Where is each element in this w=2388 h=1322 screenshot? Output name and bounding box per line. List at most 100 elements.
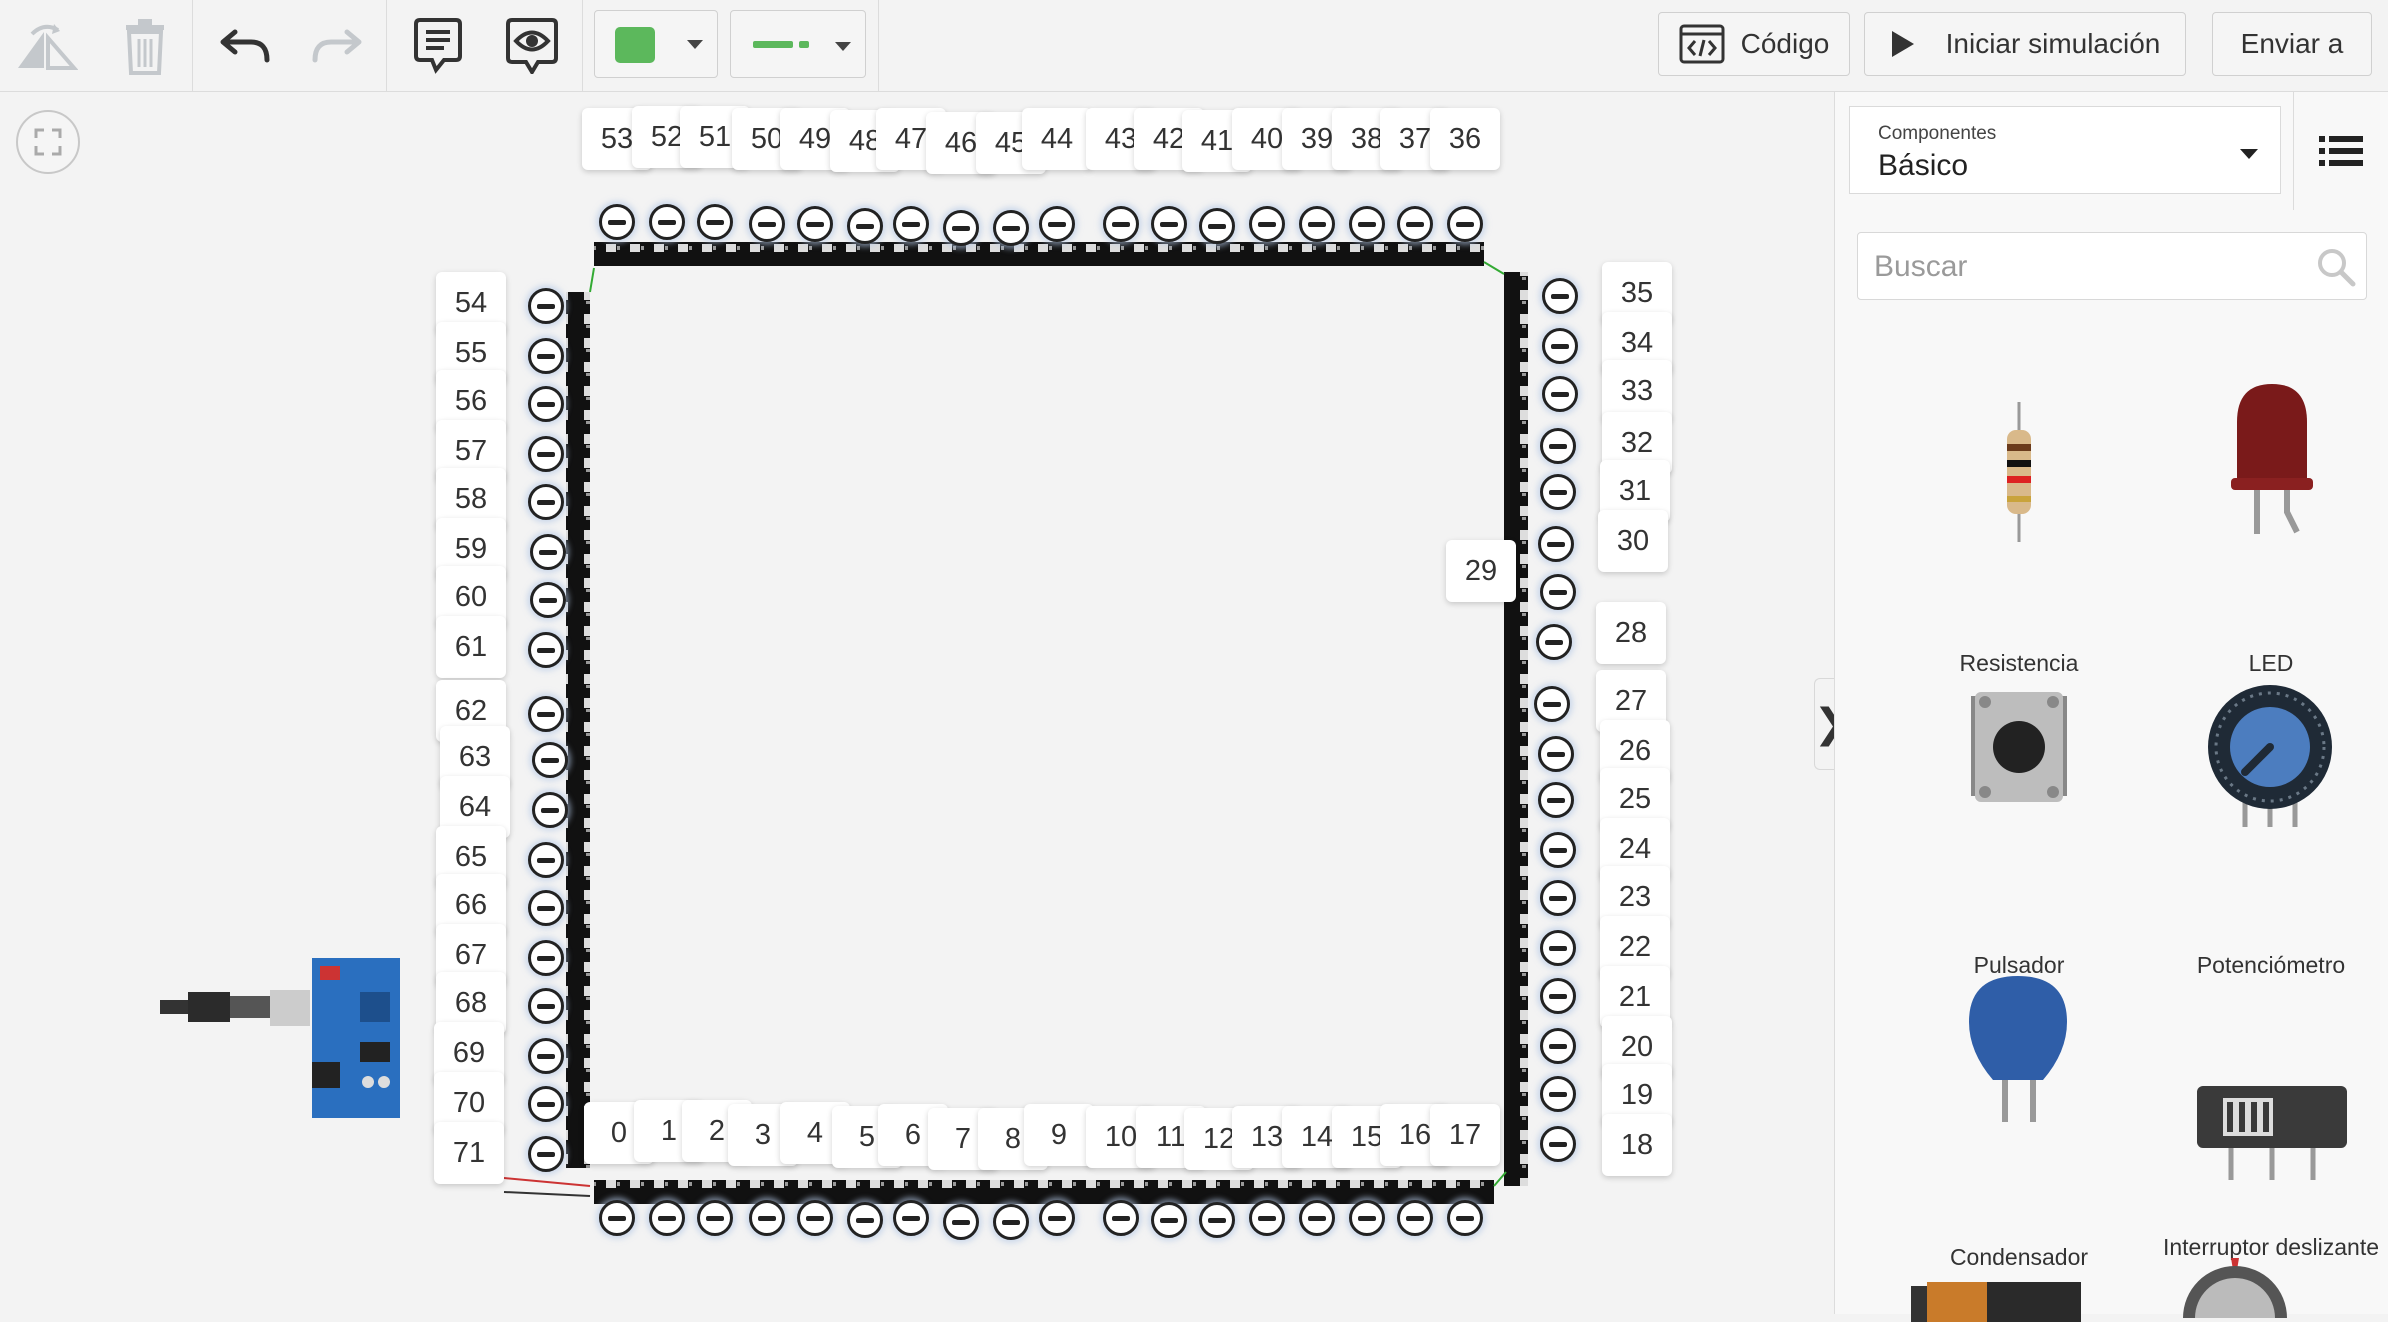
- pixel-toggle-54[interactable]: [528, 288, 564, 324]
- circuit-canvas[interactable]: 53 52 51 50 49 48 47 46 45 44 43 42 41 4…: [0, 92, 1834, 1314]
- pixel-toggle-36[interactable]: [1447, 206, 1483, 242]
- components-category-select[interactable]: Componentes Básico: [1849, 106, 2281, 194]
- pixel-toggle-34[interactable]: [1542, 328, 1578, 364]
- wire-style-picker[interactable]: [730, 10, 866, 78]
- pixel-toggle-45[interactable]: [993, 210, 1029, 246]
- pixel-toggle-2[interactable]: [697, 1200, 733, 1236]
- pixel-toggle-28[interactable]: [1536, 624, 1572, 660]
- pixel-toggle-13[interactable]: [1249, 1200, 1285, 1236]
- pixel-toggle-39[interactable]: [1299, 206, 1335, 242]
- component-label: Resistencia: [1959, 650, 2079, 676]
- components-panel: Componentes Básico Resistencia: [1834, 92, 2388, 1322]
- pixel-toggle-19[interactable]: [1540, 1076, 1576, 1112]
- pixel-toggle-10[interactable]: [1103, 1200, 1139, 1236]
- color-swatch: [615, 27, 655, 63]
- redo-button[interactable]: [304, 14, 370, 78]
- component-pushbutton[interactable]: Pulsador: [1899, 682, 2139, 1002]
- pixel-toggle-64[interactable]: [532, 792, 568, 828]
- pixel-toggle-51[interactable]: [697, 204, 733, 240]
- pixel-toggle-46[interactable]: [943, 210, 979, 246]
- pixel-toggle-47[interactable]: [893, 206, 929, 242]
- pixel-toggle-8[interactable]: [993, 1204, 1029, 1240]
- visibility-button[interactable]: [498, 14, 566, 78]
- pixel-toggle-55[interactable]: [528, 338, 564, 374]
- pixel-toggle-18[interactable]: [1540, 1126, 1576, 1162]
- pixel-toggle-69[interactable]: [528, 1038, 564, 1074]
- pixel-toggle-7[interactable]: [943, 1204, 979, 1240]
- pixel-toggle-9[interactable]: [1039, 1200, 1075, 1236]
- pixel-toggle-16[interactable]: [1397, 1200, 1433, 1236]
- pixel-toggle-26[interactable]: [1538, 736, 1574, 772]
- pixel-toggle-17[interactable]: [1447, 1200, 1483, 1236]
- pixel-toggle-5[interactable]: [847, 1202, 883, 1238]
- list-view-button[interactable]: [2311, 122, 2371, 182]
- pixel-toggle-43[interactable]: [1103, 206, 1139, 242]
- pixel-toggle-4[interactable]: [797, 1200, 833, 1236]
- pixel-toggle-23[interactable]: [1540, 880, 1576, 916]
- component-potentiometer[interactable]: Potenciómetro: [2151, 682, 2388, 1002]
- pixel-toggle-63[interactable]: [532, 742, 568, 778]
- notes-button[interactable]: [404, 14, 472, 78]
- pixel-toggle-50[interactable]: [749, 206, 785, 242]
- pixel-toggle-20[interactable]: [1540, 1028, 1576, 1064]
- undo-button[interactable]: [212, 14, 278, 78]
- pixel-toggle-14[interactable]: [1299, 1200, 1335, 1236]
- pixel-toggle-65[interactable]: [528, 842, 564, 878]
- search-icon[interactable]: [2316, 247, 2356, 287]
- pixel-toggle-37[interactable]: [1397, 206, 1433, 242]
- pixel-toggle-66[interactable]: [528, 890, 564, 926]
- delete-button[interactable]: [110, 14, 180, 78]
- pixel-toggle-0[interactable]: [599, 1200, 635, 1236]
- pixel-toggle-6[interactable]: [893, 1200, 929, 1236]
- pixel-toggle-22[interactable]: [1540, 930, 1576, 966]
- pixel-toggle-27[interactable]: [1534, 686, 1570, 722]
- pixel-toggle-42[interactable]: [1151, 206, 1187, 242]
- pixel-toggle-44[interactable]: [1039, 206, 1075, 242]
- color-picker[interactable]: [594, 10, 718, 78]
- pixel-toggle-58[interactable]: [528, 484, 564, 520]
- pixel-toggle-70[interactable]: [528, 1086, 564, 1122]
- pixel-toggle-25[interactable]: [1538, 782, 1574, 818]
- pixel-toggle-62[interactable]: [528, 696, 564, 732]
- component-resistor[interactable]: Resistencia: [1899, 382, 2139, 702]
- pixel-toggle-21[interactable]: [1540, 978, 1576, 1014]
- pixel-toggle-15[interactable]: [1349, 1200, 1385, 1236]
- pixel-toggle-59[interactable]: [530, 534, 566, 570]
- pixel-toggle-53[interactable]: [599, 204, 635, 240]
- potentiometer-icon: [2208, 685, 2332, 827]
- pixel-toggle-49[interactable]: [797, 206, 833, 242]
- trash-icon: [126, 19, 164, 75]
- pixel-toggle-56[interactable]: [528, 386, 564, 422]
- pixel-toggle-68[interactable]: [528, 988, 564, 1024]
- pixel-toggle-12[interactable]: [1199, 1202, 1235, 1238]
- pixel-toggle-48[interactable]: [847, 208, 883, 244]
- rotate-button[interactable]: [10, 14, 82, 78]
- component-slide-switch[interactable]: Interruptor deslizante: [2151, 972, 2388, 1292]
- pixel-toggle-1[interactable]: [649, 1200, 685, 1236]
- send-to-button[interactable]: Enviar a: [2212, 12, 2372, 76]
- pixel-toggle-31[interactable]: [1540, 474, 1576, 510]
- pixel-toggle-24[interactable]: [1540, 832, 1576, 868]
- pixel-toggle-52[interactable]: [649, 204, 685, 240]
- start-simulation-button[interactable]: Iniciar simulación: [1864, 12, 2186, 76]
- component-capacitor[interactable]: Condensador: [1899, 972, 2139, 1292]
- pixel-toggle-32[interactable]: [1540, 428, 1576, 464]
- pixel-toggle-30[interactable]: [1538, 526, 1574, 562]
- pixel-toggle-29[interactable]: [1540, 574, 1576, 610]
- pixel-toggle-33[interactable]: [1542, 376, 1578, 412]
- code-button[interactable]: Código: [1658, 12, 1850, 76]
- pixel-toggle-60[interactable]: [530, 582, 566, 618]
- pixel-toggle-11[interactable]: [1151, 1202, 1187, 1238]
- pixel-toggle-35[interactable]: [1542, 278, 1578, 314]
- search-input[interactable]: [1872, 243, 2296, 291]
- pixel-toggle-67[interactable]: [528, 940, 564, 976]
- pixel-toggle-3[interactable]: [749, 1200, 785, 1236]
- pixel-toggle-40[interactable]: [1249, 206, 1285, 242]
- search-box[interactable]: [1857, 232, 2367, 300]
- pixel-toggle-38[interactable]: [1349, 206, 1385, 242]
- pixel-toggle-57[interactable]: [528, 436, 564, 472]
- pixel-toggle-41[interactable]: [1199, 208, 1235, 244]
- component-led[interactable]: LED: [2151, 382, 2388, 702]
- pixel-toggle-61[interactable]: [528, 632, 564, 668]
- pixel-toggle-71[interactable]: [528, 1136, 564, 1172]
